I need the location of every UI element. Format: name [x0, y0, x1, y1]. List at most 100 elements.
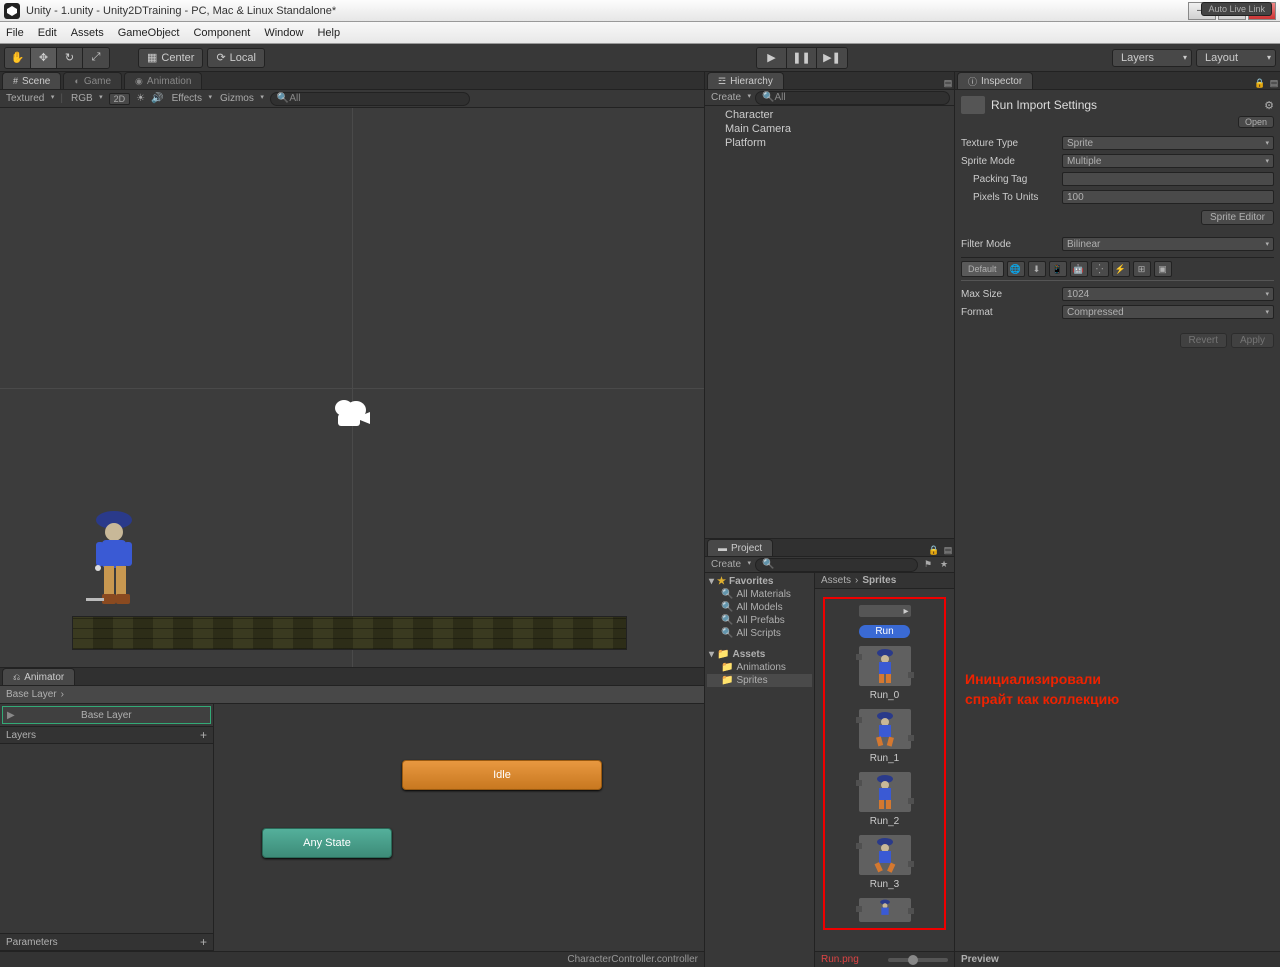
- hand-tool-button[interactable]: ✋: [5, 48, 31, 68]
- tab-hierarchy[interactable]: ☲Hierarchy: [707, 72, 784, 89]
- lock-icon[interactable]: 🔒: [928, 544, 940, 556]
- character-sprite[interactable]: [86, 506, 146, 618]
- breadcrumb-item[interactable]: Base Layer: [6, 689, 57, 700]
- pause-button[interactable]: ❚❚: [787, 48, 817, 68]
- state-node-idle[interactable]: Idle: [402, 760, 602, 790]
- lock-icon[interactable]: 🔒: [1254, 77, 1266, 89]
- sprite-asset-label[interactable]: Run: [859, 625, 909, 638]
- pivot-mode-toggle[interactable]: ▦Center: [138, 48, 203, 68]
- layers-section-header[interactable]: Layers+: [0, 726, 213, 744]
- platform-standalone-icon[interactable]: ⬇: [1028, 261, 1046, 277]
- state-node-any[interactable]: Any State: [262, 828, 392, 858]
- menu-edit[interactable]: Edit: [38, 27, 57, 39]
- scale-tool-button[interactable]: ⤢: [83, 48, 109, 68]
- format-dropdown[interactable]: Compressed: [1062, 305, 1274, 319]
- hierarchy-create-dropdown[interactable]: Create: [709, 92, 751, 103]
- parameters-section-header[interactable]: Parameters+: [0, 933, 213, 951]
- max-size-dropdown[interactable]: 1024: [1062, 287, 1274, 301]
- base-layer-row[interactable]: ▶ Base Layer: [2, 706, 211, 724]
- platform-windows-icon[interactable]: ⊞: [1133, 261, 1151, 277]
- texture-type-dropdown[interactable]: Sprite: [1062, 136, 1274, 150]
- move-tool-button[interactable]: ✥: [31, 48, 57, 68]
- menu-gameobject[interactable]: GameObject: [118, 27, 180, 39]
- platform-android-icon[interactable]: 🤖: [1070, 261, 1088, 277]
- expand-icon[interactable]: ▸: [903, 606, 908, 617]
- favorite-item[interactable]: 🔍All Models: [707, 601, 812, 614]
- project-create-dropdown[interactable]: Create: [709, 559, 751, 570]
- sprite-item[interactable]: Run_1: [859, 709, 911, 764]
- add-parameter-icon[interactable]: +: [200, 935, 207, 949]
- platform-default-tab[interactable]: Default: [961, 261, 1004, 277]
- hierarchy-search-input[interactable]: 🔍All: [755, 91, 950, 105]
- assets-header[interactable]: ▾📁Assets: [707, 648, 812, 661]
- sprite-editor-button[interactable]: Sprite Editor: [1201, 210, 1274, 225]
- sprite-item[interactable]: Run_0: [859, 646, 911, 701]
- menu-window[interactable]: Window: [264, 27, 303, 39]
- gear-icon[interactable]: ⚙: [1264, 99, 1274, 112]
- add-layer-icon[interactable]: +: [200, 728, 207, 742]
- favorites-header[interactable]: ▾★Favorites: [707, 575, 812, 588]
- folder-item-selected[interactable]: 📁Sprites: [707, 674, 812, 687]
- rotation-mode-toggle[interactable]: ⟳Local: [207, 48, 265, 68]
- tab-project[interactable]: ▬Project: [707, 539, 773, 556]
- step-button[interactable]: ▶❚: [817, 48, 847, 68]
- breadcrumb-item[interactable]: Sprites: [862, 575, 896, 586]
- scene-search-input[interactable]: 🔍All: [270, 92, 470, 106]
- panel-menu-icon[interactable]: ▤: [942, 544, 954, 556]
- sprite-mode-dropdown[interactable]: Multiple: [1062, 154, 1274, 168]
- scene-viewport[interactable]: [0, 108, 704, 667]
- favorite-item[interactable]: 🔍All Materials: [707, 588, 812, 601]
- open-button[interactable]: Open: [1238, 116, 1274, 128]
- hierarchy-item[interactable]: Platform: [709, 136, 950, 150]
- sprite-item[interactable]: Run_2: [859, 772, 911, 827]
- tab-game[interactable]: ◐Game: [63, 72, 122, 89]
- tab-animator[interactable]: ⎌Animator: [2, 668, 75, 685]
- folder-item[interactable]: 📁Animations: [707, 661, 812, 674]
- menu-help[interactable]: Help: [317, 27, 340, 39]
- revert-button[interactable]: Revert: [1180, 333, 1227, 348]
- menu-assets[interactable]: Assets: [71, 27, 104, 39]
- rotate-tool-button[interactable]: ↻: [57, 48, 83, 68]
- panel-menu-icon[interactable]: ▤: [942, 77, 954, 89]
- platform-blackberry-icon[interactable]: ⁛: [1091, 261, 1109, 277]
- packing-tag-input[interactable]: [1062, 172, 1274, 186]
- sprite-item[interactable]: [859, 898, 911, 922]
- animator-graph[interactable]: Idle Any State: [214, 704, 704, 951]
- pixels-to-units-input[interactable]: 100: [1062, 190, 1274, 204]
- platform-sprite[interactable]: [72, 616, 627, 650]
- platform-wp8-icon[interactable]: ▣: [1154, 261, 1172, 277]
- hierarchy-item[interactable]: Character: [709, 108, 950, 122]
- audio-toggle-icon[interactable]: 🔊: [151, 93, 163, 104]
- project-search-input[interactable]: 🔍: [755, 558, 918, 572]
- tab-scene[interactable]: #Scene: [2, 72, 61, 89]
- light-toggle-icon[interactable]: ☀: [136, 93, 145, 104]
- filter-icon[interactable]: ⚑: [922, 559, 934, 571]
- auto-live-link-toggle[interactable]: Auto Live Link: [1201, 2, 1272, 16]
- panel-menu-icon[interactable]: ▤: [1268, 77, 1280, 89]
- color-mode-dropdown[interactable]: RGB: [69, 93, 103, 104]
- menu-file[interactable]: File: [6, 27, 24, 39]
- tab-inspector[interactable]: ⓘInspector: [957, 72, 1033, 89]
- apply-button[interactable]: Apply: [1231, 333, 1274, 348]
- platform-flash-icon[interactable]: ⚡: [1112, 261, 1130, 277]
- menu-component[interactable]: Component: [193, 27, 250, 39]
- filter-mode-dropdown[interactable]: Bilinear: [1062, 237, 1274, 251]
- sprite-sheet-thumb[interactable]: ▸: [859, 605, 911, 617]
- platform-web-icon[interactable]: 🌐: [1007, 261, 1025, 277]
- gizmos-dropdown[interactable]: Gizmos: [218, 93, 264, 104]
- tab-animation[interactable]: ◉Animation: [124, 72, 202, 89]
- favorite-item[interactable]: 🔍All Prefabs: [707, 614, 812, 627]
- render-mode-dropdown[interactable]: Textured: [4, 93, 54, 104]
- sprite-item[interactable]: Run_3: [859, 835, 911, 890]
- play-button[interactable]: ▶: [757, 48, 787, 68]
- effects-dropdown[interactable]: Effects: [170, 93, 212, 104]
- breadcrumb-item[interactable]: Assets: [821, 575, 851, 586]
- 2d-toggle[interactable]: 2D: [109, 93, 131, 105]
- favorite-item[interactable]: 🔍All Scripts: [707, 627, 812, 640]
- save-search-icon[interactable]: ★: [938, 559, 950, 571]
- layers-dropdown[interactable]: Layers: [1112, 49, 1192, 67]
- thumbnail-size-slider[interactable]: [888, 958, 948, 962]
- hierarchy-item[interactable]: Main Camera: [709, 122, 950, 136]
- project-items-grid[interactable]: ▸ Run Run_0 Run_1: [815, 589, 954, 951]
- preview-header[interactable]: Preview: [955, 951, 1280, 967]
